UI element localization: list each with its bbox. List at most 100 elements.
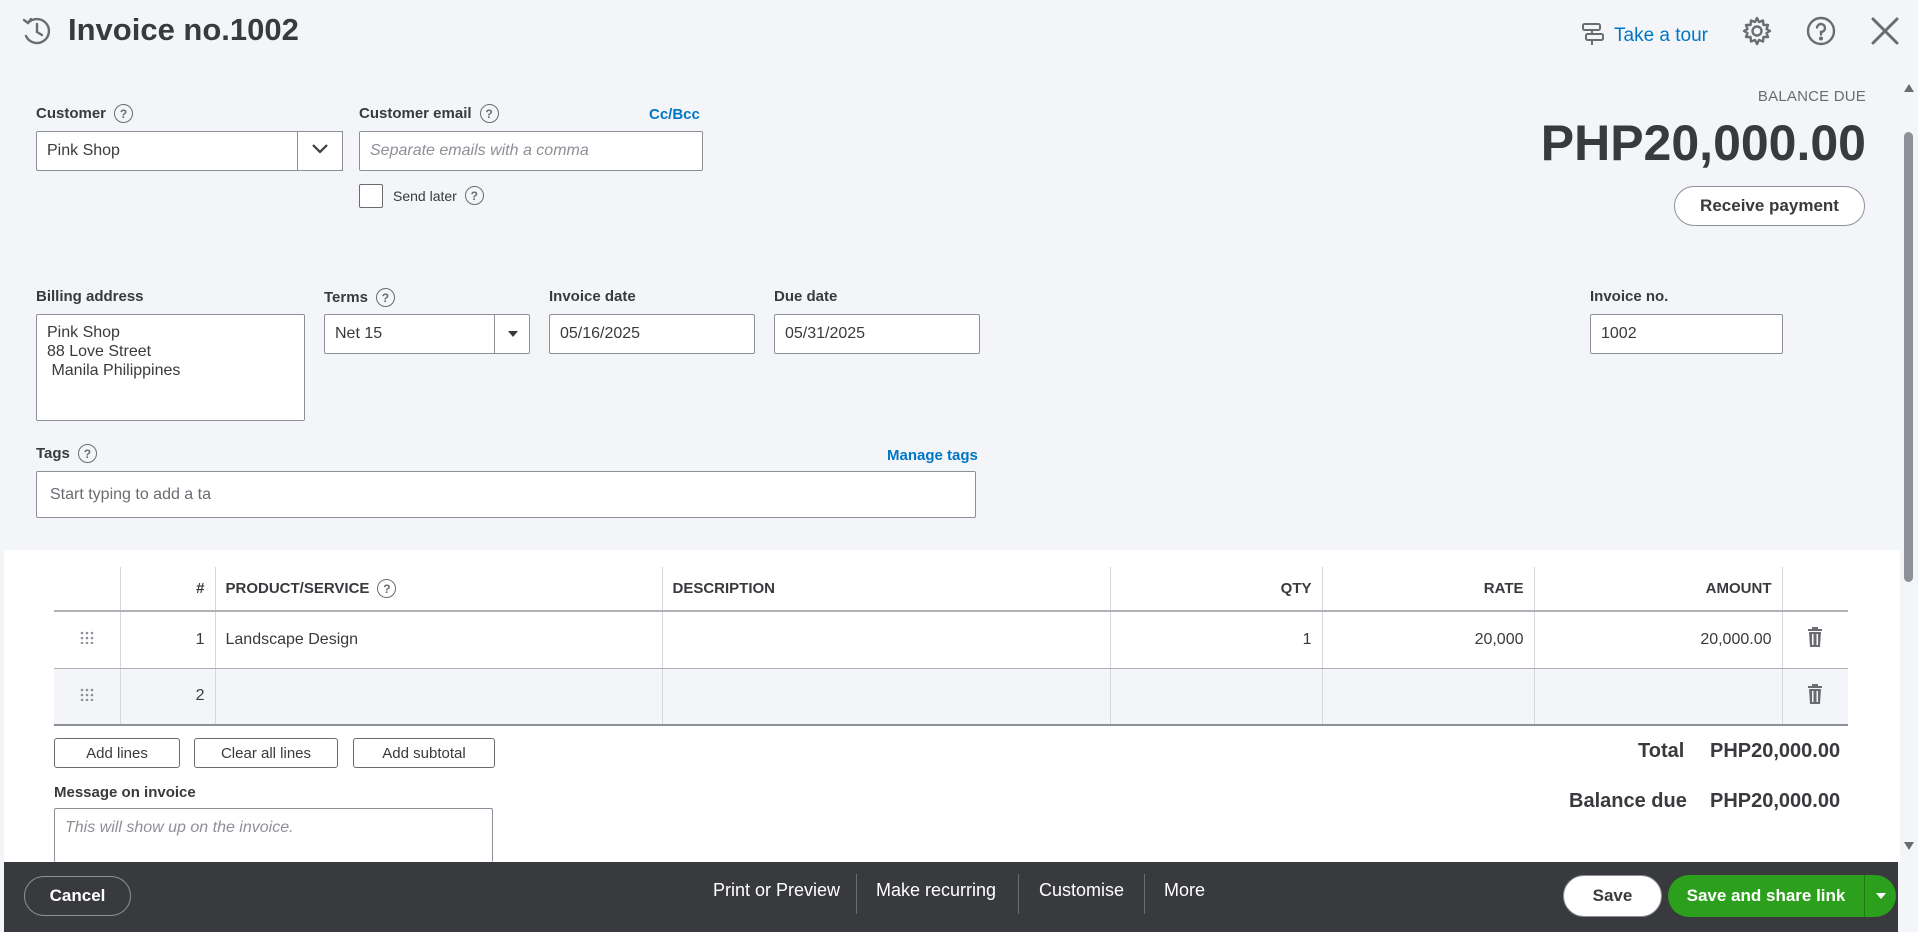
customer-email-label: Customer email ? <box>359 104 499 123</box>
scroll-down-arrow-icon[interactable] <box>1904 842 1914 850</box>
message-label: Message on invoice <box>54 784 196 801</box>
terms-dropdown-caret[interactable] <box>494 314 530 354</box>
cc-bcc-link[interactable]: Cc/Bcc <box>649 106 700 123</box>
qty-cell[interactable]: 1 <box>1110 611 1323 669</box>
chevron-down-icon <box>311 142 329 160</box>
drag-handle-icon[interactable] <box>54 668 121 726</box>
customer-help-icon[interactable]: ? <box>114 104 134 123</box>
invoice-date-label: Invoice date <box>549 288 636 305</box>
amount-cell[interactable]: 20,000.00 <box>1534 611 1783 669</box>
send-later-label: Send later <box>393 187 457 204</box>
row-number: 1 <box>120 611 216 669</box>
due-date-value: 05/31/2025 <box>785 325 866 342</box>
terms-label: Terms ? <box>324 288 395 307</box>
take-a-tour-link[interactable]: Take a tour <box>1580 20 1708 52</box>
message-placeholder: This will show up on the invoice. <box>65 819 294 836</box>
balance-due-total-value: PHP20,000.00 <box>1710 790 1841 812</box>
take-a-tour-label: Take a tour <box>1614 25 1708 46</box>
customer-email-help-icon[interactable]: ? <box>479 104 499 123</box>
billing-line-2: 88 Love Street <box>47 343 152 360</box>
footer-divider <box>856 874 857 914</box>
scrollbar-thumb[interactable] <box>1904 132 1913 582</box>
column-header-amount: AMOUNT <box>1534 567 1783 612</box>
drag-handle-icon[interactable] <box>54 611 121 669</box>
qty-cell[interactable] <box>1110 668 1323 726</box>
invoice-date-value: 05/16/2025 <box>560 325 641 342</box>
customer-value: Pink Shop <box>47 142 120 159</box>
line-items-table: # PRODUCT/SERVICE ? DESCRIPTION QTY RATE… <box>54 567 1848 726</box>
table-row[interactable]: 2 <box>54 668 1848 726</box>
column-header-qty: QTY <box>1110 567 1323 612</box>
column-header-number: # <box>120 567 216 612</box>
save-and-share-link-button[interactable]: Save and share link <box>1668 875 1864 917</box>
clear-all-lines-button[interactable]: Clear all lines <box>194 738 338 768</box>
billing-address-textarea[interactable]: Pink Shop 88 Love Street Manila Philippi… <box>36 314 305 421</box>
settings-gear-icon[interactable] <box>1740 14 1774 48</box>
product-cell[interactable]: Landscape Design <box>215 611 663 669</box>
cancel-button[interactable]: Cancel <box>24 876 131 916</box>
rate-cell[interactable] <box>1322 668 1535 726</box>
message-textarea[interactable]: This will show up on the invoice. <box>54 808 493 862</box>
add-subtotal-button[interactable]: Add subtotal <box>353 738 495 768</box>
add-lines-button[interactable]: Add lines <box>54 738 180 768</box>
trash-icon[interactable] <box>1782 668 1848 726</box>
print-preview-link[interactable]: Print or Preview <box>713 880 840 901</box>
balance-due-amount: PHP20,000.00 <box>1540 115 1866 171</box>
manage-tags-link[interactable]: Manage tags <box>887 447 978 464</box>
total-label: Total <box>1638 740 1685 762</box>
signpost-icon <box>1580 20 1606 52</box>
billing-address-label: Billing address <box>36 288 144 305</box>
description-cell[interactable] <box>662 611 1111 669</box>
delete-column-header <box>1782 567 1848 612</box>
customer-email-input[interactable]: Separate emails with a comma <box>359 131 703 171</box>
table-header-row: # PRODUCT/SERVICE ? DESCRIPTION QTY RATE… <box>54 567 1848 612</box>
footer-divider <box>1144 874 1145 914</box>
table-row[interactable]: 1 Landscape Design 1 20,000 20,000.00 <box>54 611 1848 669</box>
customer-email-placeholder: Separate emails with a comma <box>370 142 589 159</box>
total-value: PHP20,000.00 <box>1710 740 1841 762</box>
help-icon[interactable] <box>1804 14 1838 48</box>
send-later-row: Send later ? <box>393 186 484 205</box>
description-cell[interactable] <box>662 668 1111 726</box>
invoice-no-input[interactable]: 1002 <box>1590 314 1783 354</box>
tags-input[interactable]: Start typing to add a ta <box>36 471 976 518</box>
due-date-input[interactable]: 05/31/2025 <box>774 314 980 354</box>
row-number: 2 <box>120 668 216 726</box>
page-title: Invoice no.1002 <box>68 12 299 47</box>
caret-down-icon <box>507 325 519 343</box>
tags-input-text: Start typing to add a ta <box>50 485 211 503</box>
trash-icon[interactable] <box>1782 611 1848 669</box>
product-help-icon[interactable]: ? <box>377 579 397 598</box>
billing-line-3: Manila Philippines <box>47 362 181 379</box>
make-recurring-link[interactable]: Make recurring <box>876 880 996 901</box>
column-header-description: DESCRIPTION <box>662 567 1111 612</box>
close-icon[interactable] <box>1868 14 1902 48</box>
customer-dropdown-button[interactable] <box>297 131 343 171</box>
amount-cell[interactable] <box>1534 668 1783 726</box>
more-link[interactable]: More <box>1164 880 1205 901</box>
customer-label: Customer ? <box>36 104 134 123</box>
send-later-help-icon[interactable]: ? <box>464 186 484 205</box>
scroll-up-arrow-icon[interactable] <box>1904 84 1914 92</box>
tags-label: Tags ? <box>36 444 97 463</box>
save-button[interactable]: Save <box>1563 875 1662 917</box>
column-header-product: PRODUCT/SERVICE ? <box>215 567 663 612</box>
receive-payment-button[interactable]: Receive payment <box>1674 186 1865 226</box>
tags-help-icon[interactable]: ? <box>77 444 97 463</box>
customise-link[interactable]: Customise <box>1039 880 1124 901</box>
balance-due-label: BALANCE DUE <box>1757 88 1866 105</box>
invoice-no-label: Invoice no. <box>1590 288 1669 305</box>
recent-history-icon[interactable] <box>20 14 54 48</box>
product-cell[interactable] <box>215 668 663 726</box>
rate-cell[interactable]: 20,000 <box>1322 611 1535 669</box>
terms-help-icon[interactable]: ? <box>375 288 395 307</box>
drag-column-header <box>54 567 121 612</box>
column-header-rate: RATE <box>1322 567 1535 612</box>
balance-due-total-label: Balance due <box>1569 790 1687 812</box>
invoice-no-value: 1002 <box>1601 325 1637 342</box>
due-date-label: Due date <box>774 288 838 305</box>
footer-divider <box>1018 874 1019 914</box>
terms-value: Net 15 <box>335 325 383 342</box>
invoice-date-input[interactable]: 05/16/2025 <box>549 314 755 354</box>
send-later-checkbox[interactable] <box>359 184 383 208</box>
